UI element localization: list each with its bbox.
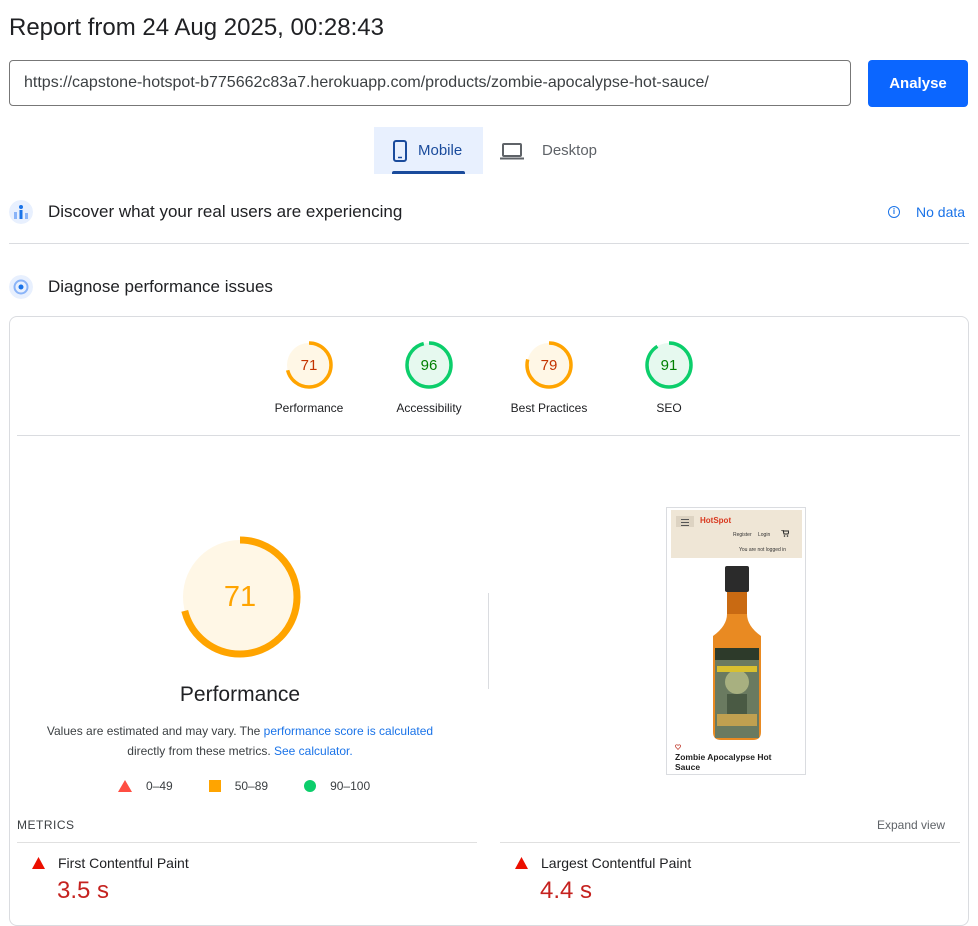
performance-score-value: 71 xyxy=(224,581,256,613)
divider xyxy=(488,593,489,689)
metric-name: Largest Contentful Paint xyxy=(541,855,692,871)
page-screenshot-thumbnail[interactable]: HotSpot Register Login You are not logge… xyxy=(666,507,806,775)
lab-data-section-header: Diagnose performance issues xyxy=(9,275,273,299)
users-experience-icon xyxy=(9,200,33,224)
heart-icon xyxy=(675,744,681,750)
legend-item-pass: 90–100 xyxy=(304,779,370,793)
divider xyxy=(17,842,477,843)
hot-sauce-bottle-image xyxy=(713,566,761,740)
lab-data-heading: Diagnose performance issues xyxy=(48,277,273,296)
orange-square-icon xyxy=(208,780,221,792)
tab-desktop-label: Desktop xyxy=(542,142,598,159)
score-value: 91 xyxy=(661,357,678,374)
score-gauge-ring: 96 xyxy=(405,341,453,389)
fail-triangle-icon xyxy=(515,857,528,869)
metric-name: First Contentful Paint xyxy=(58,855,189,871)
score-gauge-best-practices[interactable]: 79 Best Practices xyxy=(494,340,604,415)
score-gauge-ring: 79 xyxy=(525,341,573,389)
page-title: Report from 24 Aug 2025, 00:28:43 xyxy=(9,14,384,41)
thumbnail-register: Register xyxy=(733,532,752,538)
score-legend: 0–49 50–89 90–100 xyxy=(118,779,370,793)
metric-first-contentful-paint: First Contentful Paint 3.5 s xyxy=(17,855,189,905)
mobile-phone-icon xyxy=(393,139,407,162)
score-gauge-performance[interactable]: 71 Performance xyxy=(254,340,364,415)
thumbnail-login-status: You are not logged in xyxy=(739,547,787,553)
report-card xyxy=(9,316,969,926)
metric-value: 3.5 s xyxy=(57,877,110,904)
score-gauge-ring: 71 xyxy=(285,341,333,389)
legend-range: 50–89 xyxy=(234,779,269,793)
green-circle-icon xyxy=(304,780,317,792)
score-gauge-accessibility[interactable]: 96 Accessibility xyxy=(374,340,484,415)
metrics-heading: METRICS xyxy=(17,818,75,832)
red-triangle-icon xyxy=(118,780,132,792)
thumbnail-header: HotSpot Register Login You are not logge… xyxy=(671,510,802,558)
no-data-label: No data xyxy=(916,204,966,220)
score-value: 79 xyxy=(541,357,558,374)
legend-range: 0–49 xyxy=(146,779,173,793)
performance-score-gauge: 71 xyxy=(179,536,301,658)
see-calculator-link[interactable]: See calculator. xyxy=(274,744,353,758)
score-calculated-link[interactable]: performance score is calculated xyxy=(264,724,433,738)
thumbnail-product-title: Zombie Apocalypse Hot Sauce xyxy=(675,752,772,772)
divider xyxy=(9,243,969,244)
score-value: 96 xyxy=(421,357,438,374)
desc-text: directly from these metrics. xyxy=(127,744,271,758)
score-gauge-seo[interactable]: 91 SEO xyxy=(614,340,724,415)
hamburger-menu-icon xyxy=(676,516,694,527)
performance-title: Performance xyxy=(179,683,301,706)
legend-range: 90–100 xyxy=(330,779,371,793)
expand-view-toggle[interactable]: Expand view xyxy=(877,818,945,832)
metric-largest-contentful-paint: Largest Contentful Paint 4.4 s xyxy=(500,855,691,905)
score-value: 71 xyxy=(301,357,318,374)
cart-icon xyxy=(781,530,789,537)
score-gauge-ring: 91 xyxy=(645,341,693,389)
url-input[interactable]: https://capstone-hotspot-b775662c83a7.he… xyxy=(9,60,851,106)
desc-text: Values are estimated and may vary. The xyxy=(46,724,264,738)
divider xyxy=(17,435,960,436)
legend-item-average: 50–89 xyxy=(208,779,269,793)
info-icon: i xyxy=(888,206,900,218)
performance-description: Values are estimated and may vary. The p… xyxy=(40,721,440,761)
divider xyxy=(500,842,960,843)
fail-triangle-icon xyxy=(32,857,45,869)
tab-desktop[interactable]: Desktop xyxy=(498,127,598,174)
tab-mobile[interactable]: Mobile xyxy=(374,127,483,174)
no-data-indicator[interactable]: i No data xyxy=(888,204,965,220)
thumbnail-brand: HotSpot xyxy=(700,516,732,525)
laptop-icon xyxy=(500,142,524,159)
legend-item-fail: 0–49 xyxy=(118,779,173,793)
tab-mobile-label: Mobile xyxy=(418,142,463,159)
field-data-heading: Discover what your real users are experi… xyxy=(48,202,403,221)
diagnose-icon xyxy=(9,275,33,299)
score-label: Accessibility xyxy=(396,401,462,415)
metric-value: 4.4 s xyxy=(540,877,593,904)
score-label: Best Practices xyxy=(510,401,588,415)
thumbnail-login: Login xyxy=(758,532,771,538)
score-label: SEO xyxy=(656,401,682,415)
analyse-button[interactable]: Analyse xyxy=(868,60,968,107)
tab-active-indicator xyxy=(392,171,465,174)
score-label: Performance xyxy=(274,401,344,415)
field-data-section-header[interactable]: Discover what your real users are experi… xyxy=(9,200,402,224)
